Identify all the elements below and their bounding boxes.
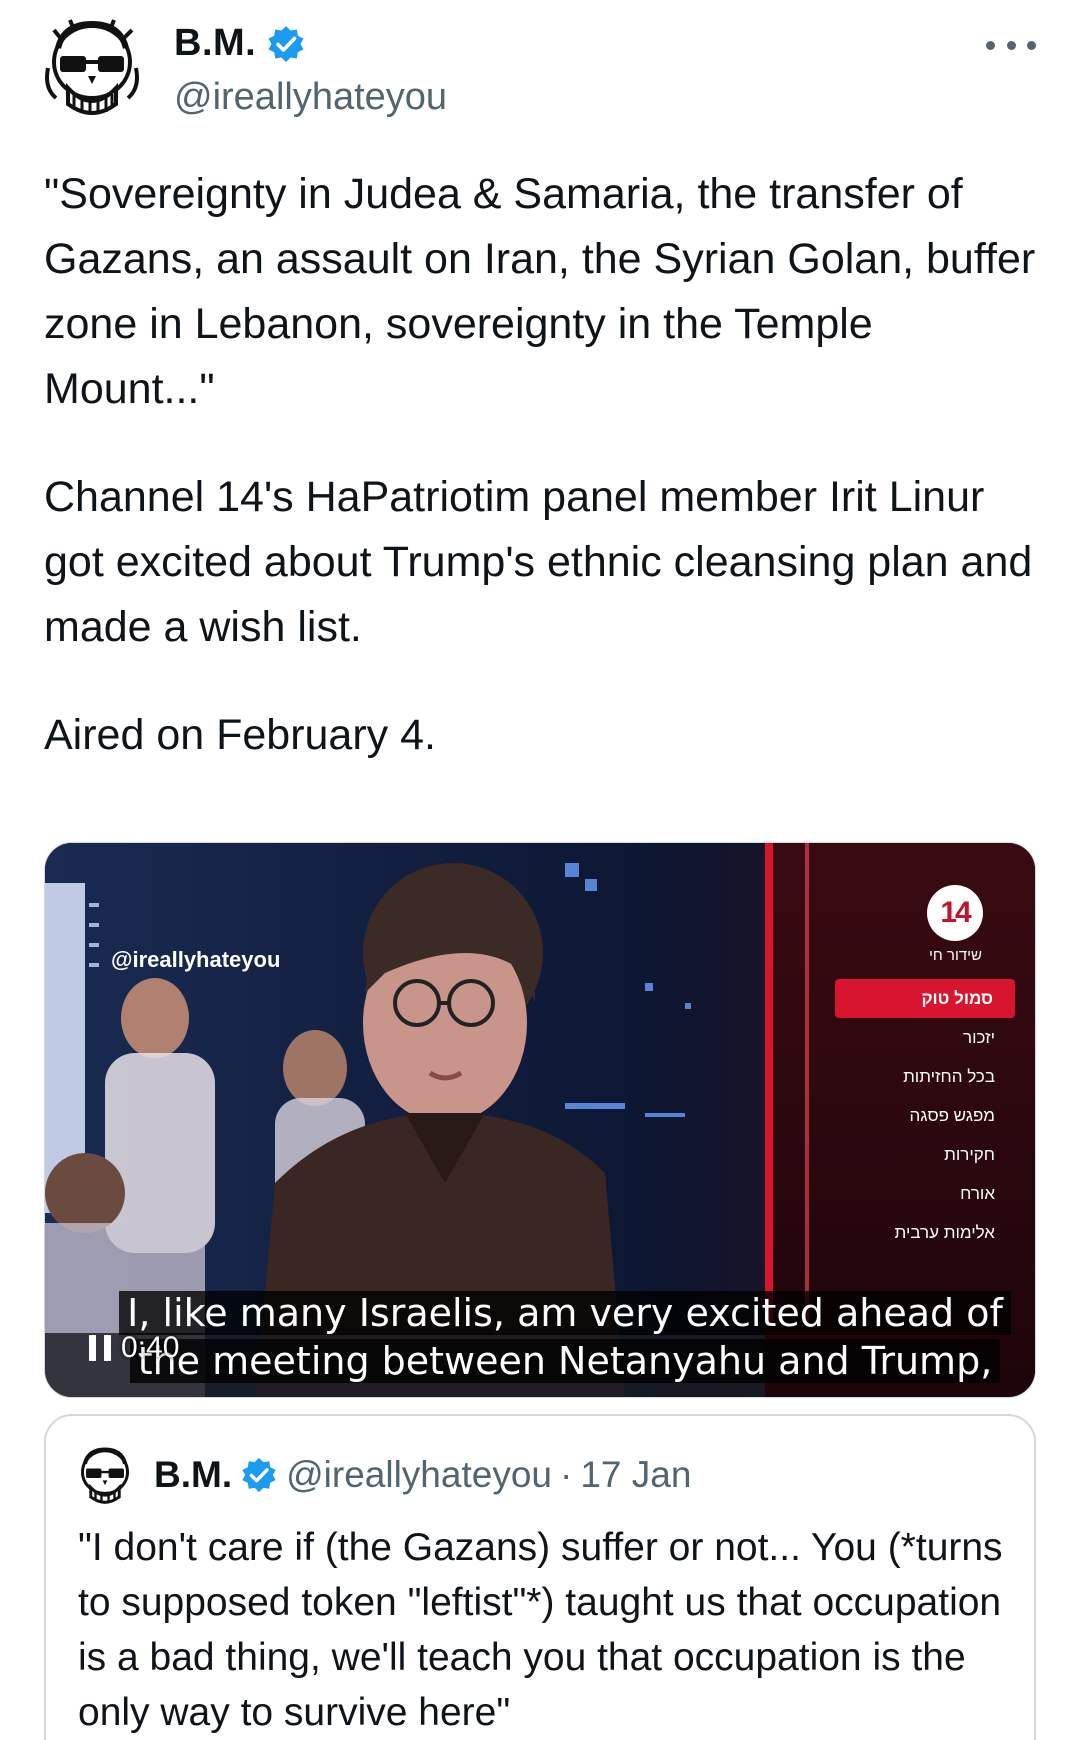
video-timestamp: 0:40 xyxy=(121,1331,180,1364)
subtitle-line: the meeting between Netanyahu and Trump, xyxy=(129,1339,1001,1383)
video-player[interactable]: @ireallyhateyou 14 שידור חי סמול טוק יזכ… xyxy=(44,842,1036,1398)
channel-14-logo: 14 xyxy=(927,885,983,941)
channel-menu: סמול טוק יזכור בכל החזיתות מפגש פסגה חקי… xyxy=(835,979,1023,1252)
verified-badge-icon xyxy=(240,1456,278,1494)
tweet-paragraph: Aired on February 4. xyxy=(44,711,436,759)
author-avatar[interactable] xyxy=(44,18,140,126)
tweet-paragraph: Channel 14's HaPatriotim panel member Ir… xyxy=(44,473,1045,651)
channel-menu-item: חקירות xyxy=(944,1145,995,1164)
quoted-date[interactable]: 17 Jan xyxy=(580,1454,691,1496)
channel-menu-item: סמול טוק xyxy=(835,979,1015,1018)
quoted-author-avatar[interactable] xyxy=(76,1446,134,1510)
pause-icon[interactable] xyxy=(89,1335,111,1361)
separator-dot: · xyxy=(559,1454,573,1495)
quoted-tweet-header: B.M. @ireallyhateyou · 17 Jan xyxy=(154,1454,691,1496)
subtitle-line: I, like many Israelis, am very excited a… xyxy=(119,1291,1011,1335)
channel-menu-item: מפגש פסגה xyxy=(909,1106,995,1125)
channel-live-label: שידור חי xyxy=(929,947,983,964)
video-controls: 0:40 xyxy=(89,1331,179,1365)
channel-menu-item: אורח xyxy=(960,1184,995,1203)
quoted-tweet-text: "I don't care if (the Gazans) suffer or … xyxy=(78,1526,1014,1734)
verified-badge-icon xyxy=(266,24,306,64)
quoted-handle[interactable]: @ireallyhateyou xyxy=(286,1454,552,1496)
video-watermark: @ireallyhateyou xyxy=(111,947,281,972)
author-handle[interactable]: @ireallyhateyou xyxy=(174,76,447,119)
author-name-row[interactable]: B.M. xyxy=(174,22,306,65)
more-options-icon[interactable] xyxy=(986,30,1036,60)
quoted-tweet[interactable]: B.M. @ireallyhateyou · 17 Jan "I don't c… xyxy=(44,1414,1036,1740)
channel-menu-item: אלימות ערבית xyxy=(894,1223,995,1242)
video-subtitle: I, like many Israelis, am very excited a… xyxy=(85,1289,1035,1385)
author-display-name[interactable]: B.M. xyxy=(174,22,256,65)
skull-avatar-icon xyxy=(81,1447,129,1504)
skull-avatar-icon xyxy=(45,19,139,115)
channel-menu-item: בכל החזיתות xyxy=(903,1067,995,1086)
tweet-paragraph: "Sovereignty in Judea & Samaria, the tra… xyxy=(44,170,1048,413)
quoted-display-name[interactable]: B.M. xyxy=(154,1454,232,1496)
tweet: B.M. @ireallyhateyou "Sovereignty in Jud… xyxy=(0,0,1080,1740)
channel-menu-item: יזכור xyxy=(963,1028,995,1047)
tweet-text: "Sovereignty in Judea & Samaria, the tra… xyxy=(44,162,1044,811)
